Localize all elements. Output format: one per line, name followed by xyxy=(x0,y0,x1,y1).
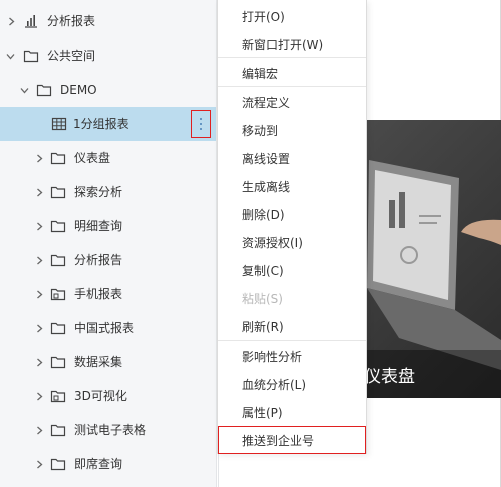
chevron-right-icon[interactable] xyxy=(34,391,44,401)
folder-icon xyxy=(36,82,52,98)
folder-icon xyxy=(50,456,66,472)
menu-separator xyxy=(218,86,366,87)
folder-icon xyxy=(50,354,66,370)
menu-item-open-new-window[interactable]: 新窗口打开(W) xyxy=(218,30,366,58)
chevron-right-icon[interactable] xyxy=(34,323,44,333)
tree-item-analysis-reports[interactable]: 分析报表 xyxy=(0,4,216,38)
menu-item-impact-analysis[interactable]: 影响性分析 xyxy=(218,342,366,370)
tree-item-label: 数据采集 xyxy=(74,355,123,369)
chevron-right-icon[interactable] xyxy=(34,153,44,163)
tree-item-test-spreadsheet[interactable]: 测试电子表格 xyxy=(0,413,216,447)
tree-item-label: 即席查询 xyxy=(74,457,123,471)
menu-item-copy[interactable]: 复制(C) xyxy=(218,256,366,284)
menu-item-paste: 粘贴(S) xyxy=(242,291,283,306)
chevron-right-icon[interactable] xyxy=(34,425,44,435)
tree-item-explore-analysis[interactable]: 探索分析 xyxy=(0,175,216,209)
tree-item-analysis-report[interactable]: 分析报告 xyxy=(0,243,216,277)
chevron-right-icon[interactable] xyxy=(6,16,16,26)
chevron-down-icon[interactable] xyxy=(5,51,15,61)
chevron-right-icon[interactable] xyxy=(34,289,44,299)
resource-tree: 分析报表 公共空间 DEMO 1分组报表 仪表盘 探索分析 明细查询 分析报告 … xyxy=(0,0,217,487)
tree-item-data-collection[interactable]: 数据采集 xyxy=(0,345,216,379)
menu-item-push-to-enterprise[interactable]: 推送到企业号 xyxy=(218,426,366,454)
tree-item-label: 中国式报表 xyxy=(74,321,135,335)
tree-item-public-space[interactable]: 公共空间 xyxy=(0,39,216,73)
chevron-right-icon[interactable] xyxy=(34,221,44,231)
tree-item-label: DEMO xyxy=(60,83,97,97)
tree-item-label: 明细查询 xyxy=(74,219,123,233)
menu-item-process-definition[interactable]: 流程定义 xyxy=(218,88,366,116)
more-vertical-dot xyxy=(200,128,202,130)
more-vertical-icon xyxy=(200,118,202,120)
folder-icon xyxy=(23,48,39,64)
tree-item-ad-hoc-query[interactable]: 即席查询 xyxy=(0,447,216,481)
menu-item-properties[interactable]: 属性(P) xyxy=(218,398,366,426)
menu-item-offline-settings[interactable]: 离线设置 xyxy=(218,144,366,172)
tree-item-3d-visual[interactable]: 3D可视化 xyxy=(0,379,216,413)
tree-item-chinese-report[interactable]: 中国式报表 xyxy=(0,311,216,345)
bar-chart-icon xyxy=(23,13,39,29)
tree-item-label: 分析报告 xyxy=(74,253,123,267)
chevron-right-icon[interactable] xyxy=(34,255,44,265)
tree-item-detail-query[interactable]: 明细查询 xyxy=(0,209,216,243)
tree-item-label: 测试电子表格 xyxy=(74,423,147,437)
menu-separator xyxy=(218,57,366,58)
menu-item-delete[interactable]: 删除(D) xyxy=(218,200,366,228)
tree-item-label: 3D可视化 xyxy=(74,389,127,403)
folder-icon xyxy=(50,150,66,166)
folder-icon xyxy=(50,184,66,200)
menu-item-move-to[interactable]: 移动到 xyxy=(218,116,366,144)
chevron-right-icon[interactable] xyxy=(34,459,44,469)
menu-separator xyxy=(218,340,366,341)
menu-item-lineage-analysis[interactable]: 血统分析(L) xyxy=(218,370,366,398)
tree-item-label: 公共空间 xyxy=(47,49,96,63)
chevron-down-icon[interactable] xyxy=(19,85,29,95)
chevron-right-icon[interactable] xyxy=(34,187,44,197)
menu-item-open[interactable]: 打开(O) xyxy=(218,2,366,30)
folder-lock-icon xyxy=(50,388,66,404)
tree-item-dashboard[interactable]: 仪表盘 xyxy=(0,141,216,175)
tree-item-mobile-report[interactable]: 手机报表 xyxy=(0,277,216,311)
tree-item-group-report[interactable]: 1分组报表 xyxy=(0,107,216,141)
menu-item-refresh[interactable]: 刷新(R) xyxy=(218,312,366,340)
folder-icon xyxy=(50,320,66,336)
tree-item-label: 1分组报表 xyxy=(73,117,129,131)
tree-item-label: 分析报表 xyxy=(47,14,96,28)
table-icon xyxy=(51,116,67,132)
more-vertical-dot xyxy=(200,123,202,125)
folder-lock-icon xyxy=(50,286,66,302)
folder-icon xyxy=(50,218,66,234)
context-menu: 打开(O) 新窗口打开(W) 编辑宏 流程定义 移动到 离线设置 生成离线 删除… xyxy=(217,0,367,454)
tree-item-label: 探索分析 xyxy=(74,185,123,199)
menu-item-generate-offline[interactable]: 生成离线 xyxy=(218,172,366,200)
folder-icon xyxy=(50,422,66,438)
tree-item-demo[interactable]: DEMO xyxy=(0,73,216,107)
more-options-button[interactable] xyxy=(191,110,211,138)
tree-item-label: 手机报表 xyxy=(74,287,123,301)
tree-item-label: 仪表盘 xyxy=(74,151,111,165)
folder-icon xyxy=(50,252,66,268)
menu-item-edit-macro[interactable]: 编辑宏 xyxy=(218,59,366,87)
menu-item-resource-authorization[interactable]: 资源授权(I) xyxy=(218,228,366,256)
chevron-right-icon[interactable] xyxy=(34,357,44,367)
